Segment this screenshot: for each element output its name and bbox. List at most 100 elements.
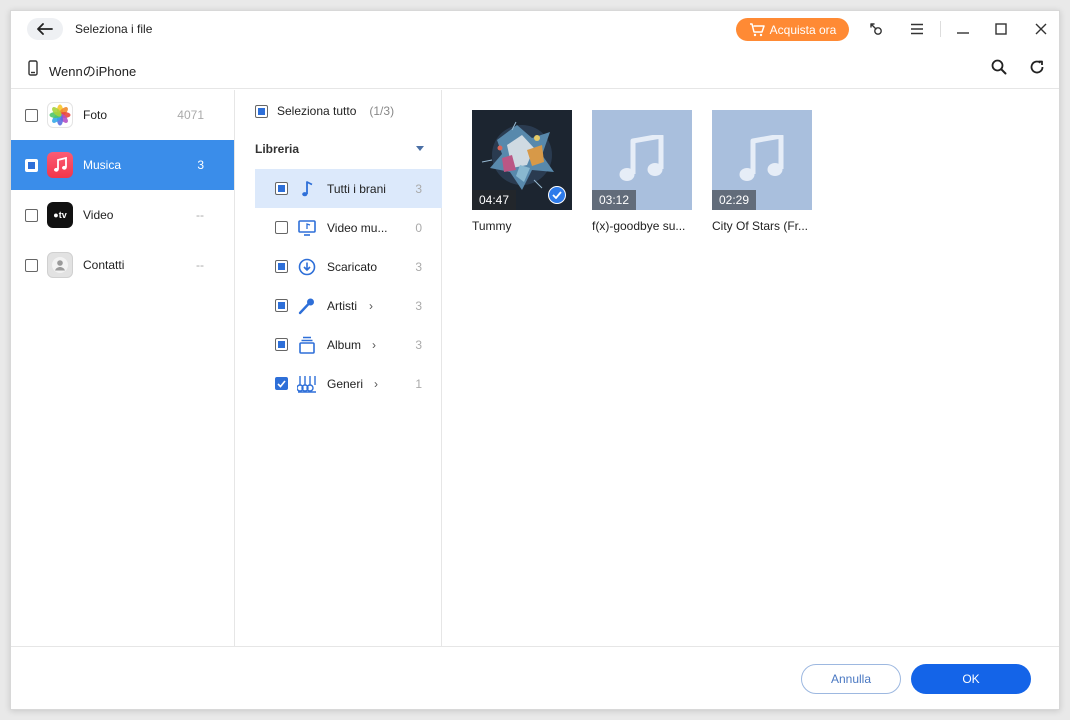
category-list: Foto 4071 Musica 3 ●tv Video -- Contatti… <box>11 90 235 646</box>
music-icon <box>47 152 73 178</box>
music-video-icon <box>297 218 317 238</box>
buy-now-label: Acquista ora <box>769 22 837 37</box>
track-tile[interactable]: 04:47 Tummy <box>472 110 572 233</box>
titlebar-divider <box>940 21 941 37</box>
genres-icon <box>297 374 317 394</box>
minimize-icon[interactable] <box>953 19 973 39</box>
cancel-button[interactable]: Annulla <box>801 664 901 694</box>
category-count: 3 <box>197 158 204 172</box>
checkbox[interactable] <box>275 260 288 273</box>
triangle-down-icon <box>416 146 424 151</box>
library-item-music-videos[interactable]: Video mu... 0 <box>255 208 442 247</box>
footer: Annulla OK <box>11 646 1059 710</box>
library-item-count: 3 <box>415 181 422 196</box>
file-select-window: Seleziona i file Acquista ora WennのiPhon… <box>10 10 1060 710</box>
select-all-label: Seleziona tutto <box>277 104 357 118</box>
checkbox[interactable] <box>275 377 288 390</box>
checkbox[interactable] <box>275 182 288 195</box>
refresh-icon[interactable] <box>1027 57 1047 77</box>
library-label: Libreria <box>255 142 300 156</box>
library-item-label: Generi <box>327 376 364 391</box>
phone-icon <box>28 60 38 76</box>
close-icon[interactable] <box>1031 19 1051 39</box>
track-grid: 04:47 Tummy 03:12 f(x)-goodbye su... 02:… <box>443 90 1060 646</box>
music-placeholder: 03:12 <box>592 110 692 210</box>
contacts-icon <box>47 252 73 278</box>
category-count: -- <box>196 208 204 222</box>
maximize-icon[interactable] <box>991 19 1011 39</box>
track-duration: 03:12 <box>592 190 637 210</box>
category-item-contatti[interactable]: Contatti -- <box>11 240 234 290</box>
category-item-foto[interactable]: Foto 4071 <box>11 90 234 140</box>
track-duration: 02:29 <box>712 190 757 210</box>
device-bar: WennのiPhone <box>11 47 1059 89</box>
category-label: Foto <box>83 108 108 122</box>
track-tile[interactable]: 02:29 City Of Stars (Fr... <box>712 110 812 233</box>
library-panel: Seleziona tutto (1/3) Libreria Tutti i b… <box>235 90 442 646</box>
select-all-checkbox[interactable] <box>255 104 268 118</box>
library-item-downloaded[interactable]: Scaricato 3 <box>255 247 442 286</box>
checkbox[interactable] <box>275 338 288 351</box>
checkbox[interactable] <box>25 158 38 172</box>
library-item-albums[interactable]: Album › 3 <box>255 325 442 364</box>
chevron-right-icon: › <box>369 298 373 313</box>
library-item-label: Video mu... <box>327 220 388 235</box>
checkbox[interactable] <box>275 221 288 234</box>
checkbox[interactable] <box>25 258 38 272</box>
track-name: Tummy <box>472 219 512 233</box>
category-count: 4071 <box>177 108 204 122</box>
category-label: Contatti <box>83 258 125 272</box>
key-icon[interactable] <box>866 19 886 39</box>
select-all-row[interactable]: Seleziona tutto (1/3) <box>255 104 394 118</box>
music-note-icon <box>619 135 664 181</box>
ok-button[interactable]: OK <box>911 664 1031 694</box>
checkbox[interactable] <box>25 208 38 222</box>
microphone-icon <box>297 296 317 316</box>
library-header[interactable]: Libreria <box>255 142 425 156</box>
search-icon[interactable] <box>989 57 1009 77</box>
device-name: WennのiPhone <box>49 64 137 79</box>
buy-now-button[interactable]: Acquista ora <box>736 18 849 41</box>
apple-tv-icon: ●tv <box>47 202 73 228</box>
photos-icon <box>47 102 73 128</box>
checkbox[interactable] <box>275 299 288 312</box>
album-art: 04:47 <box>472 110 572 210</box>
music-note-icon <box>297 179 317 199</box>
library-item-all-songs[interactable]: Tutti i brani 3 <box>255 169 442 208</box>
library-item-count: 3 <box>415 337 422 352</box>
selected-check-icon[interactable] <box>548 186 566 204</box>
track-duration: 04:47 <box>472 190 517 210</box>
category-count: -- <box>196 258 204 272</box>
library-item-genres[interactable]: Generi › 1 <box>255 364 442 403</box>
select-all-count: (1/3) <box>369 104 395 118</box>
category-label: Musica <box>83 158 122 172</box>
library-item-artists[interactable]: Artisti › 3 <box>255 286 442 325</box>
album-icon <box>297 335 317 355</box>
library-item-label: Artisti <box>327 298 357 313</box>
library-item-label: Scaricato <box>327 259 378 274</box>
checkbox[interactable] <box>25 108 38 122</box>
library-item-label: Tutti i brani <box>327 181 386 196</box>
menu-icon[interactable] <box>907 19 927 39</box>
library-item-count: 0 <box>415 220 422 235</box>
title-bar: Seleziona i file Acquista ora <box>11 11 1059 47</box>
chevron-right-icon: › <box>372 337 376 352</box>
music-placeholder: 02:29 <box>712 110 812 210</box>
download-icon <box>297 257 317 277</box>
library-item-count: 1 <box>415 376 422 391</box>
library-item-count: 3 <box>415 298 422 313</box>
library-list: Tutti i brani 3 Video mu... 0 Scaricato … <box>255 169 442 403</box>
back-button[interactable] <box>27 18 63 40</box>
chevron-right-icon: › <box>374 376 378 391</box>
library-item-count: 3 <box>415 259 422 274</box>
library-item-label: Album <box>327 337 362 352</box>
track-name: f(x)-goodbye su... <box>592 219 686 233</box>
cart-icon <box>749 22 765 36</box>
music-note-icon <box>739 135 784 181</box>
track-tile[interactable]: 03:12 f(x)-goodbye su... <box>592 110 692 233</box>
track-name: City Of Stars (Fr... <box>712 219 809 233</box>
arrow-left-icon <box>37 23 53 35</box>
category-label: Video <box>83 208 114 222</box>
category-item-video[interactable]: ●tv Video -- <box>11 190 234 240</box>
category-item-musica[interactable]: Musica 3 <box>11 140 234 190</box>
